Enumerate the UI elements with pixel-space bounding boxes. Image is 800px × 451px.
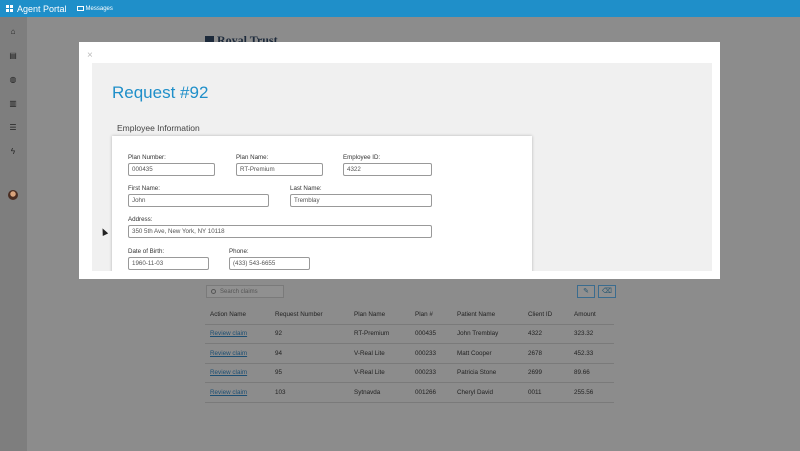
address-field[interactable]: 350 5th Ave, New York, NY 10118: [128, 225, 432, 238]
plan-number-label: Plan Number:: [128, 154, 166, 161]
review-claim-link[interactable]: Review claim: [205, 363, 270, 383]
search-placeholder: Search claims: [220, 288, 258, 295]
last-name-field[interactable]: Tremblay: [290, 194, 432, 207]
cell-client-id: 0011: [523, 382, 569, 403]
table-row: Review claim 103 Sytnavda 001266 Cheryl …: [205, 382, 614, 403]
col-client-id[interactable]: Client ID: [523, 305, 569, 325]
cell-client-id: 2678: [523, 343, 569, 364]
employee-id-label: Employee ID:: [343, 154, 381, 161]
sidebar: ⌂ ▤ ◍ ▥ ☰ ϟ: [0, 17, 27, 451]
close-icon[interactable]: ×: [87, 51, 93, 61]
cell-request-number: 94: [270, 343, 349, 364]
dob-label: Date of Birth:: [128, 248, 165, 255]
home-icon[interactable]: ⌂: [8, 27, 18, 37]
col-plan-number[interactable]: Plan #: [410, 305, 452, 325]
table-row: Review claim 92 RT-Premium 000435 John T…: [205, 324, 614, 344]
list-icon[interactable]: ☰: [8, 123, 18, 133]
document-icon[interactable]: ▤: [8, 51, 18, 61]
apps-grid-icon: [6, 5, 13, 12]
pin-button[interactable]: ✎: [577, 285, 595, 298]
first-name-field[interactable]: John: [128, 194, 269, 207]
avatar[interactable]: [8, 190, 18, 200]
search-icon: [211, 289, 216, 294]
app-title: Agent Portal: [17, 3, 67, 14]
first-name-label: First Name:: [128, 185, 160, 192]
plan-name-label: Plan Name:: [236, 154, 269, 161]
cell-plan-number: 000233: [410, 363, 452, 383]
phone-label: Phone:: [229, 248, 249, 255]
cell-patient-name: Matt Cooper: [452, 343, 523, 364]
table-row: Review claim 94 V-Real Lite 000233 Matt …: [205, 343, 614, 364]
cell-plan-number: 000233: [410, 343, 452, 364]
top-bar: Agent Portal Messages: [0, 0, 800, 17]
cell-plan-name: V-Real Lite: [349, 343, 410, 364]
employee-info-form: Plan Number: 000435 Plan Name: RT-Premiu…: [112, 136, 532, 271]
cell-amount: 255.56: [569, 382, 614, 403]
cell-request-number: 103: [270, 382, 349, 403]
dob-field[interactable]: 1960-11-03: [128, 257, 209, 270]
envelope-icon: [76, 6, 84, 11]
review-claim-link[interactable]: Review claim: [205, 382, 270, 403]
cell-client-id: 4322: [523, 324, 569, 344]
clear-filter-button[interactable]: ⌫: [598, 285, 616, 298]
claims-table: Action Name Request Number Plan Name Pla…: [205, 305, 614, 403]
col-plan-name[interactable]: Plan Name: [349, 305, 410, 325]
table-header-row: Action Name Request Number Plan Name Pla…: [205, 305, 614, 325]
col-action-name[interactable]: Action Name: [205, 305, 270, 325]
cell-patient-name: John Tremblay: [452, 324, 523, 344]
cell-patient-name: Patricia Stone: [452, 363, 523, 383]
review-claim-link[interactable]: Review claim: [205, 343, 270, 364]
review-claim-link[interactable]: Review claim: [205, 324, 270, 344]
table-row: Review claim 95 V-Real Lite 000233 Patri…: [205, 363, 614, 383]
claims-search-input[interactable]: Search claims: [206, 285, 284, 298]
cell-request-number: 92: [270, 324, 349, 344]
bar-chart-icon[interactable]: ▥: [8, 99, 18, 109]
messages-label: Messages: [85, 5, 113, 12]
cell-plan-number: 001266: [410, 382, 452, 403]
col-request-number[interactable]: Request Number: [270, 305, 349, 325]
request-modal: × Request #92 Employee Information Plan …: [79, 42, 720, 279]
cell-plan-number: 000435: [410, 324, 452, 344]
messages-link[interactable]: Messages: [76, 5, 113, 12]
employee-id-field[interactable]: 4322: [343, 163, 432, 176]
app-brand[interactable]: Agent Portal: [0, 4, 67, 14]
address-label: Address:: [128, 216, 153, 223]
cell-request-number: 95: [270, 363, 349, 383]
modal-body: Request #92 Employee Information Plan Nu…: [92, 63, 712, 271]
cell-plan-name: RT-Premium: [349, 324, 410, 344]
cell-amount: 452.33: [569, 343, 614, 364]
request-title: Request #92: [112, 83, 209, 102]
cell-amount: 323.32: [569, 324, 614, 344]
cell-client-id: 2699: [523, 363, 569, 383]
cell-patient-name: Cheryl David: [452, 382, 523, 403]
bolt-icon[interactable]: ϟ: [8, 147, 18, 157]
cell-plan-name: Sytnavda: [349, 382, 410, 403]
plan-name-field[interactable]: RT-Premium: [236, 163, 323, 176]
cell-plan-name: V-Real Lite: [349, 363, 410, 383]
globe-icon[interactable]: ◍: [8, 75, 18, 85]
cell-amount: 89.66: [569, 363, 614, 383]
phone-field[interactable]: (433) 543-6655: [229, 257, 310, 270]
col-amount[interactable]: Amount: [569, 305, 614, 325]
plan-number-field[interactable]: 000435: [128, 163, 215, 176]
last-name-label: Last Name:: [290, 185, 322, 192]
section-title: Employee Information: [117, 123, 200, 133]
col-patient-name[interactable]: Patient Name: [452, 305, 523, 325]
